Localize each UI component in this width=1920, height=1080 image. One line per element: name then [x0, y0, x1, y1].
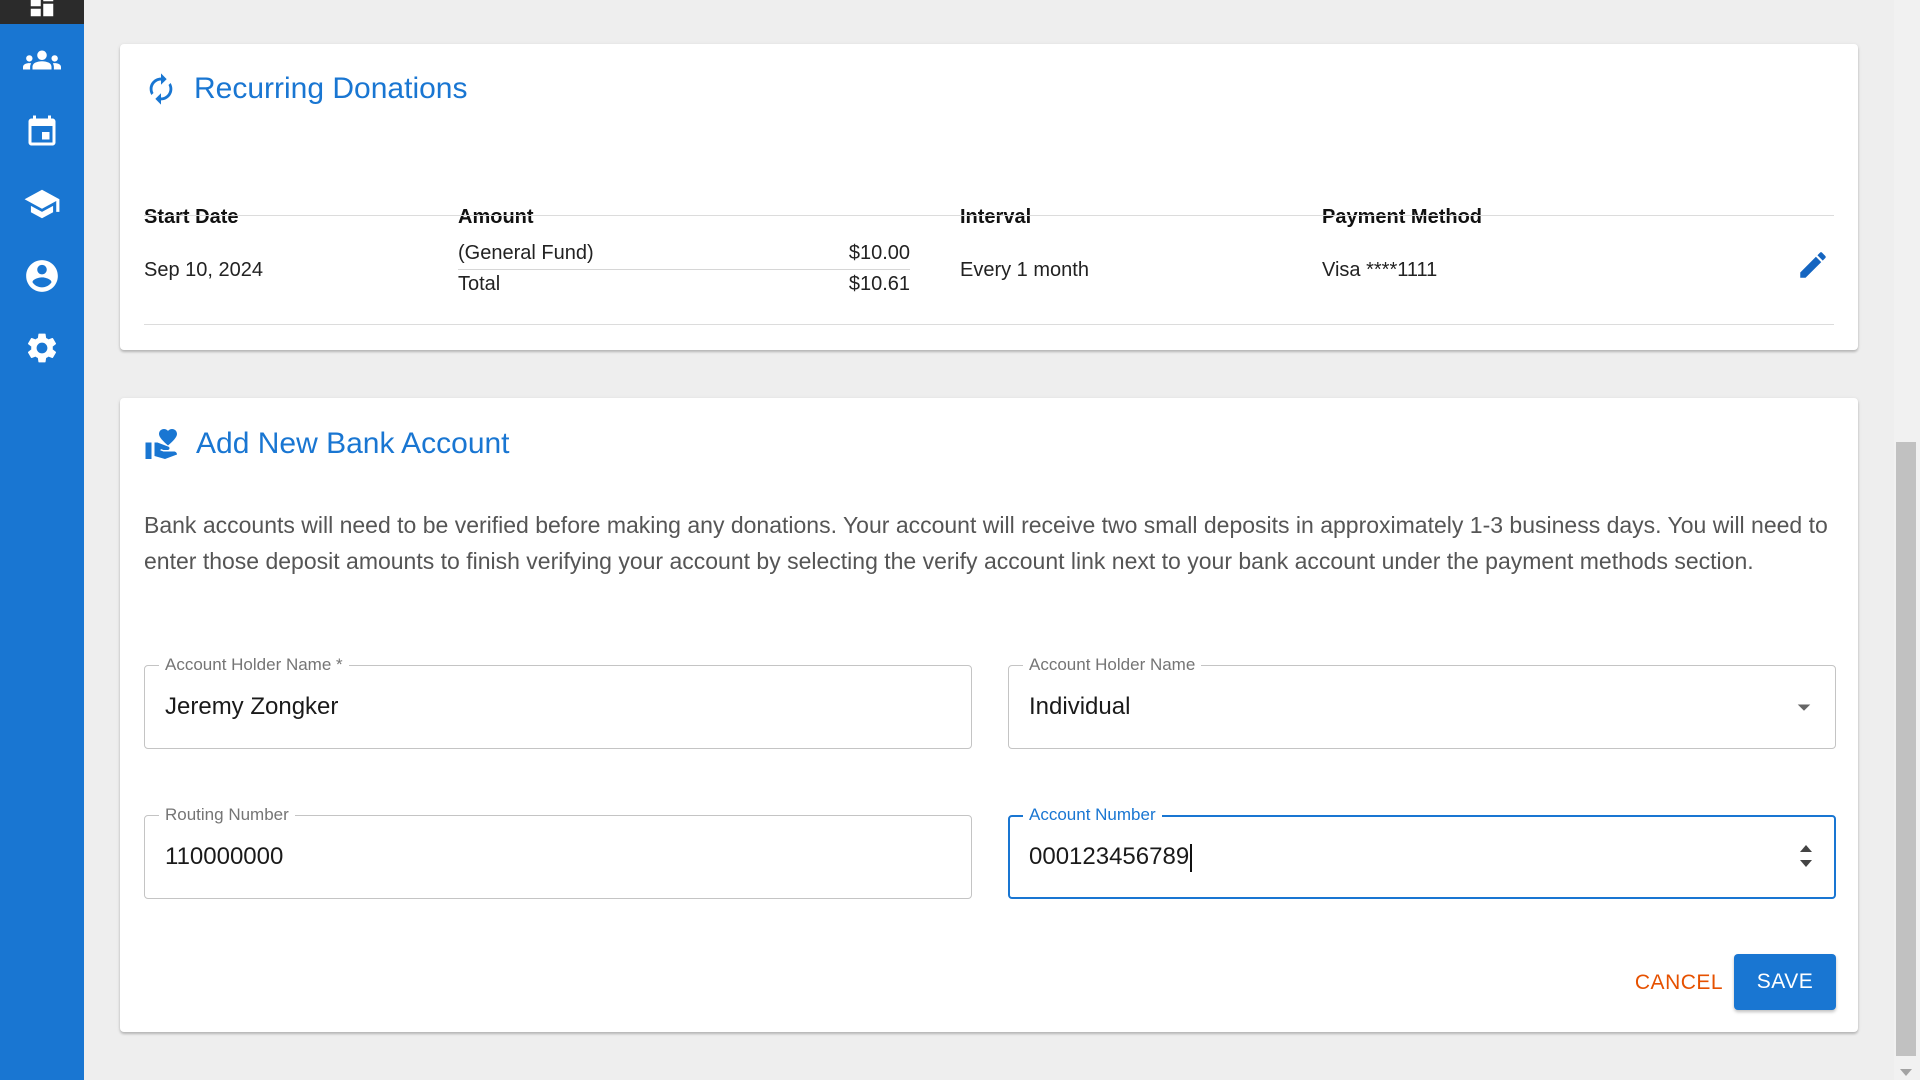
- account-number-field[interactable]: Account Number 000123456789: [1008, 805, 1836, 899]
- number-spinner[interactable]: [1800, 843, 1812, 871]
- column-header-start-date: Start Date: [144, 206, 239, 228]
- account-number-input: 000123456789: [1029, 817, 1193, 897]
- gear-icon: [27, 333, 57, 363]
- column-header-payment-method: Payment Method: [1322, 206, 1483, 228]
- add-bank-account-card: Add New Bank Account Bank accounts will …: [120, 398, 1858, 1032]
- save-button[interactable]: SAVE: [1734, 954, 1836, 1010]
- sidebar-item-people[interactable]: [0, 30, 84, 90]
- dropdown-arrow-icon: [1797, 704, 1811, 711]
- spinner-down-icon[interactable]: [1800, 860, 1812, 867]
- add-bank-account-title: Add New Bank Account: [196, 427, 510, 460]
- column-header-interval: Interval: [960, 206, 1032, 228]
- add-bank-account-header: Add New Bank Account: [144, 426, 510, 462]
- row-interval: Every 1 month: [960, 259, 1089, 281]
- spinner-up-icon[interactable]: [1800, 845, 1812, 852]
- sidebar-item-settings[interactable]: [0, 318, 84, 378]
- column-header-amount: Amount: [458, 206, 534, 228]
- text-caret: [1190, 843, 1193, 872]
- recurring-donations-card: Recurring Donations Start Date Amount In…: [120, 44, 1858, 350]
- row-payment-method: Visa ****1111: [1322, 259, 1438, 281]
- verification-description: Bank accounts will need to be verified b…: [144, 512, 1828, 574]
- sidebar-active-item[interactable]: [0, 0, 84, 24]
- header-divider: [144, 215, 1834, 216]
- edit-pencil-icon: [1800, 252, 1826, 278]
- account-holder-name-field[interactable]: Account Holder Name * Jeremy Zongker: [144, 655, 972, 749]
- sidebar: [0, 0, 84, 1080]
- row-fund-label: (General Fund): [458, 242, 594, 264]
- cancel-button[interactable]: CANCEL: [1624, 956, 1734, 1010]
- scrollbar-thumb[interactable]: [1896, 442, 1916, 1056]
- dashboard-icon: [30, 0, 54, 17]
- people-icon: [23, 50, 61, 70]
- account-holder-name-value: Jeremy Zongker: [165, 693, 339, 720]
- routing-number-field[interactable]: Routing Number 110000000: [144, 805, 972, 899]
- row-start-date: Sep 10, 2024: [144, 259, 263, 281]
- school-icon: [24, 189, 60, 219]
- account-number-value: 000123456789: [1029, 843, 1190, 870]
- account-circle-icon: [26, 260, 58, 292]
- sidebar-item-school[interactable]: [0, 174, 84, 234]
- refresh-icon: [149, 73, 173, 105]
- sidebar-item-profile[interactable]: [0, 246, 84, 306]
- row-divider: [144, 324, 1834, 325]
- volunteer-hand-heart-icon: [145, 429, 178, 459]
- row-fund-amount: $10.00: [848, 242, 910, 264]
- account-holder-type-select[interactable]: Account Holder Name Individual: [1008, 655, 1836, 749]
- sidebar-item-calendar[interactable]: [0, 102, 84, 162]
- row-total-amount: $10.61: [848, 273, 910, 295]
- amount-divider: [458, 269, 910, 270]
- recurring-donations-title: Recurring Donations: [194, 72, 468, 105]
- calendar-icon: [28, 115, 56, 146]
- edit-donation-button[interactable]: [1796, 248, 1836, 288]
- scroll-down-arrow-icon[interactable]: [1900, 1069, 1912, 1076]
- routing-number-value: 110000000: [165, 843, 284, 870]
- row-total-label: Total: [458, 273, 501, 295]
- recurring-donations-header: Recurring Donations: [144, 72, 467, 106]
- account-holder-type-value: Individual: [1029, 693, 1131, 720]
- page-scrollbar[interactable]: [1894, 0, 1920, 1080]
